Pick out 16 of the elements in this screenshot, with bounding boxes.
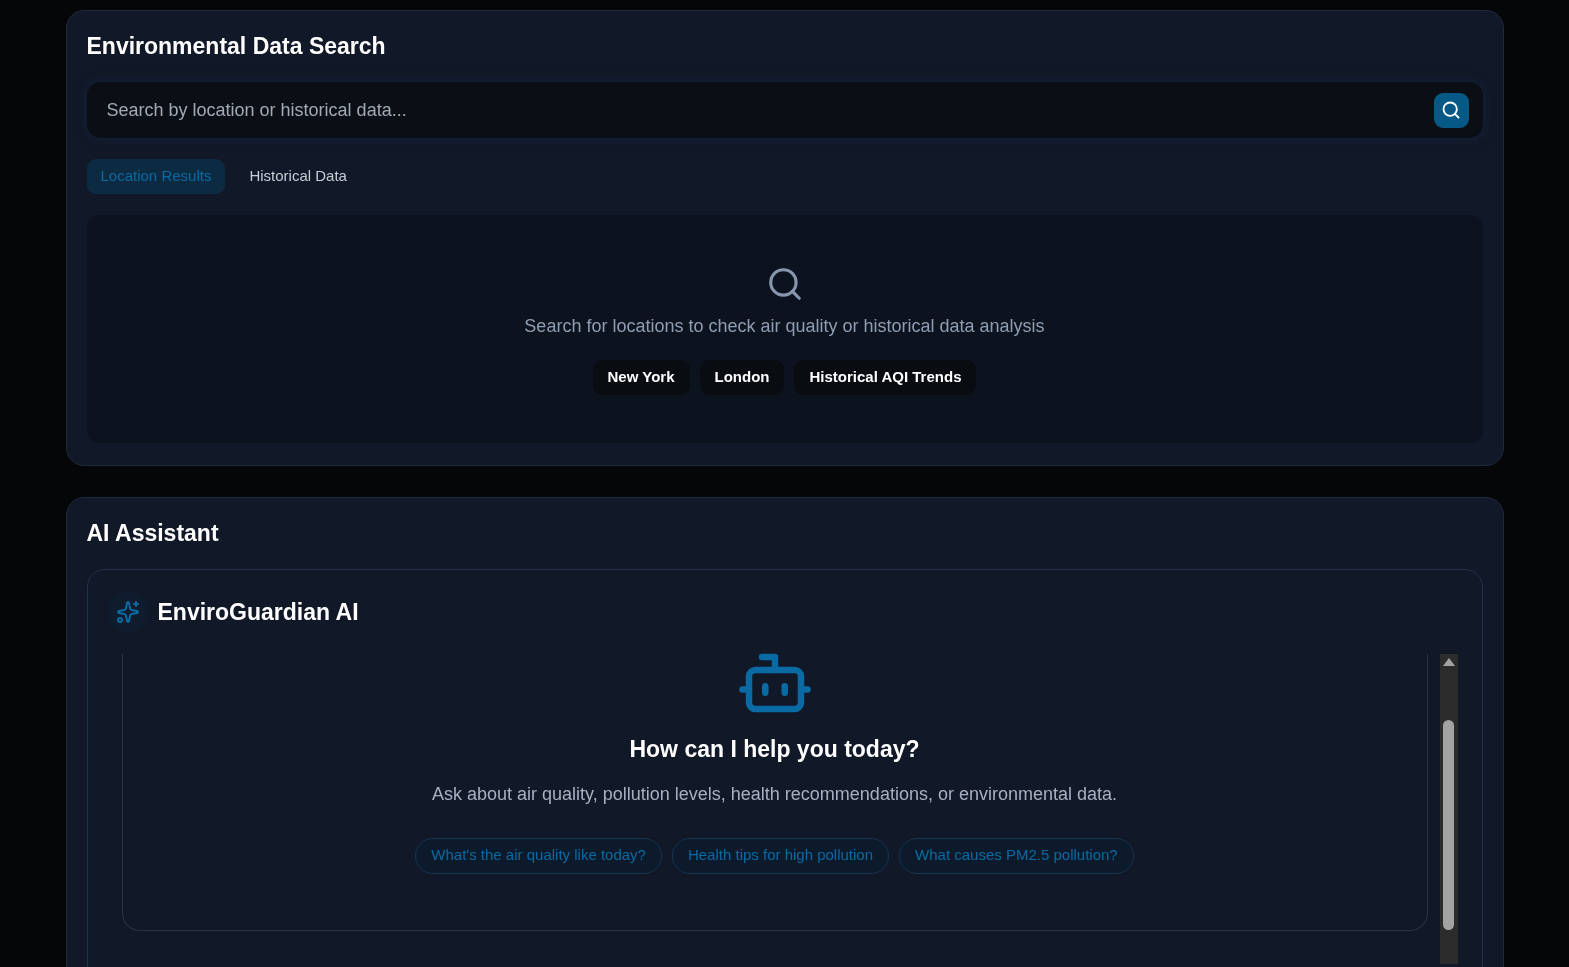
search-icon xyxy=(1441,100,1461,120)
sparkles-icon xyxy=(107,592,148,632)
card-title: Environmental Data Search xyxy=(86,35,387,58)
welcome-heading: How can I help you today? xyxy=(629,735,920,764)
assistant-name: EnviroGuardian AI xyxy=(157,597,359,627)
card-title: AI Assistant xyxy=(86,522,220,545)
search-bar[interactable]: Search by location or historical data... xyxy=(86,82,1483,138)
tab[interactable]: Historical Data xyxy=(235,159,361,194)
suggestion-chip[interactable]: Historical AQI Trends xyxy=(794,360,977,395)
suggestion-chip[interactable]: London xyxy=(699,360,785,395)
empty-message: Search for locations to check air quality or historical data analysis xyxy=(524,315,1045,338)
welcome-text: Ask about air quality, pollution levels, health recommendations, or environmental data. xyxy=(431,782,1117,806)
search-button[interactable] xyxy=(1433,92,1469,128)
search-field[interactable]: Search by location or historical data... xyxy=(106,96,1434,124)
scrollbar[interactable] xyxy=(1439,654,1458,964)
suggestion-chip[interactable]: New York xyxy=(592,360,690,395)
